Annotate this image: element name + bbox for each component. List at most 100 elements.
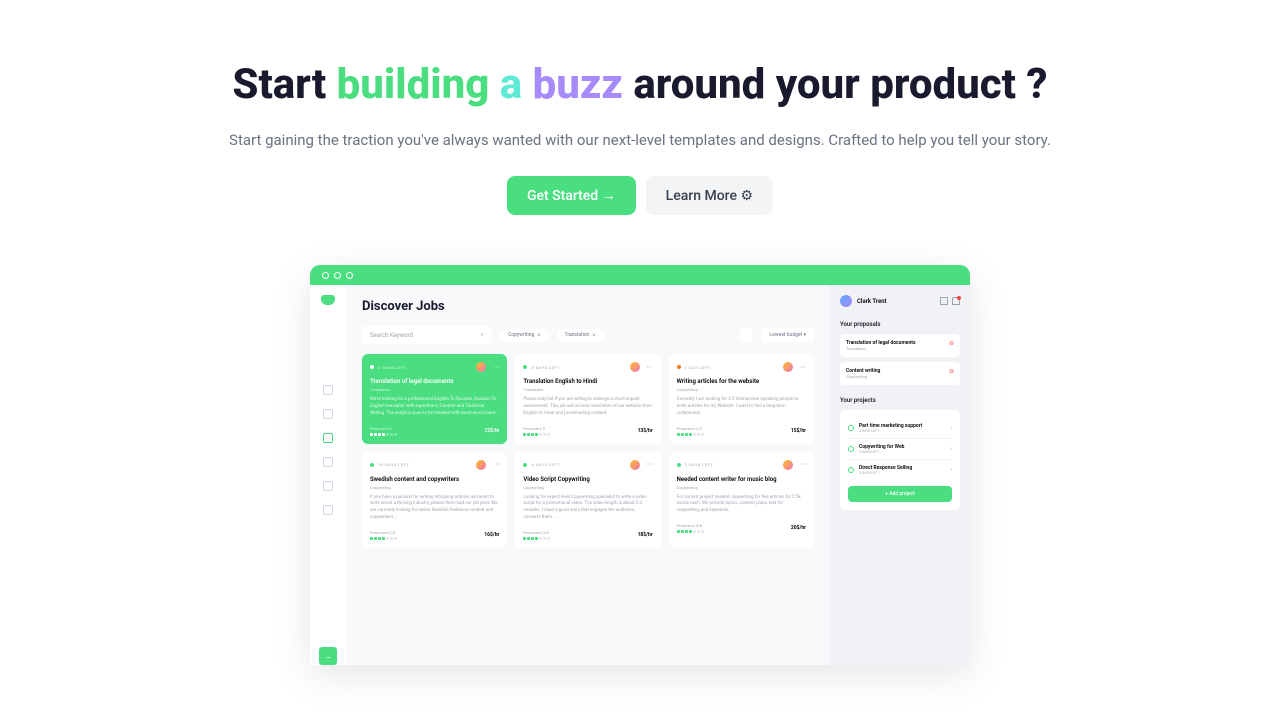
filter-chip-translation[interactable]: Translation — [557, 329, 604, 342]
proposals-bar — [677, 530, 704, 533]
job-category: Copywriting — [677, 387, 806, 392]
project-meta: 5 DAYS LEFT — [859, 450, 904, 454]
app-preview-window: Discover Jobs Search Keyword⌕ Copywritin… — [310, 265, 970, 665]
project-meta: 4 DAYS LEFT — [859, 429, 922, 433]
more-icon[interactable]: ⋯ — [800, 461, 806, 468]
job-card[interactable]: 2 DAYS LEFT ⋯ Needed content writer for … — [669, 452, 814, 548]
mail-icon[interactable] — [940, 297, 948, 305]
hero-title: Start building a buzz around your produc… — [0, 60, 1280, 110]
main-content: Discover Jobs Search Keyword⌕ Copywritin… — [346, 285, 830, 665]
search-icon: ⌕ — [481, 331, 484, 339]
project-status-icon — [848, 467, 854, 473]
search-input[interactable]: Search Keyword⌕ — [362, 326, 492, 344]
job-category: Translation — [523, 387, 652, 392]
user-profile[interactable]: Clark Trent — [840, 295, 960, 307]
project-item[interactable]: Copywriting for Web5 DAYS LEFT› — [848, 439, 952, 460]
avatar — [476, 362, 486, 372]
hero-section: Start building a buzz around your produc… — [0, 0, 1280, 215]
proposals-count: Proposers 8 — [370, 426, 397, 431]
job-title: Swedish content and copywriters — [370, 476, 499, 483]
job-title: Needed content writer for music blog — [677, 476, 806, 483]
days-left: 2 DAYS LEFT — [685, 462, 714, 467]
proposals-bar — [677, 433, 704, 436]
get-started-button[interactable]: Get Started → — [507, 176, 636, 215]
avatar — [630, 362, 640, 372]
avatar — [476, 460, 486, 470]
job-card[interactable]: 5 DAYS LEFT ⋯ Translation English to Hin… — [515, 354, 660, 443]
add-project-button[interactable]: + Add project — [848, 486, 952, 502]
proposals-count: Proposers 2/5 — [677, 426, 704, 431]
more-icon[interactable]: ⋯ — [647, 364, 653, 371]
job-card[interactable]: 10 DAYS LEFT ⋯ Swedish content and copyw… — [362, 452, 507, 548]
page-title: Discover Jobs — [362, 299, 814, 314]
proposals-count: Proposers 2/8 — [370, 530, 397, 535]
more-icon[interactable]: ⋯ — [647, 461, 653, 468]
proposals-count: Proposers 3/8 — [523, 530, 550, 535]
status-dot-icon — [370, 365, 374, 369]
job-category: Copywriting — [677, 485, 806, 490]
project-meta: 3 DAYS LEFT — [859, 471, 912, 475]
job-title: Translation English to Hindi — [523, 378, 652, 385]
filter-icon[interactable] — [739, 328, 753, 342]
job-description: Please only bid if you are willing to un… — [523, 397, 652, 417]
sidebar — [310, 285, 346, 665]
job-description: Looking for expert level Copywriting spe… — [523, 495, 652, 522]
proposals-count: Proposers 3/8 — [677, 523, 704, 528]
window-control-icon — [322, 272, 329, 279]
proposal-item[interactable]: Content writingCopywriting⊖ — [840, 362, 960, 385]
nav-dashboard-icon[interactable] — [323, 385, 333, 395]
nav-calendar-icon[interactable] — [323, 457, 333, 467]
proposal-item[interactable]: Translation of legal documentsTranslatio… — [840, 334, 960, 357]
nav-doc-icon[interactable] — [323, 505, 333, 515]
exit-button[interactable] — [319, 647, 337, 665]
more-icon[interactable]: ⋯ — [493, 364, 499, 371]
proposals-bar — [370, 433, 397, 436]
notification-badge — [957, 296, 961, 300]
filter-chip-copywriting[interactable]: Copywriting — [500, 329, 549, 342]
hourly-rate: 12$/hr — [484, 428, 499, 434]
avatar — [630, 460, 640, 470]
job-description: If you have a passion for writing intrig… — [370, 495, 499, 522]
hourly-rate: 20$/hr — [791, 525, 806, 531]
nav-mail-icon[interactable] — [323, 481, 333, 491]
job-card[interactable]: 4 DAYS LEFT ⋯ Translation of legal docum… — [362, 354, 507, 443]
chevron-right-icon: › — [950, 425, 952, 431]
job-title: Translation of legal documents — [370, 378, 499, 385]
hero-subtitle: Start gaining the traction you've always… — [0, 128, 1280, 152]
hourly-rate: 13$/hr — [638, 428, 653, 434]
status-dot-icon — [523, 365, 527, 369]
sort-dropdown[interactable]: Lowest budget ▾ — [761, 328, 814, 342]
days-left: 4 DAYS LEFT — [378, 365, 407, 370]
logo-icon — [321, 295, 335, 305]
status-dot-icon — [677, 365, 681, 369]
window-control-icon — [334, 272, 341, 279]
days-left: 10 DAYS LEFT — [378, 462, 409, 467]
job-description: We're looking for a professional English… — [370, 397, 499, 417]
project-status-icon — [848, 446, 854, 452]
status-dot-icon — [370, 463, 374, 467]
more-icon[interactable]: ⋯ — [800, 364, 806, 371]
window-control-icon — [346, 272, 353, 279]
nav-clock-icon[interactable] — [323, 409, 333, 419]
job-category: Copywriting — [370, 485, 499, 490]
chevron-right-icon: › — [950, 467, 952, 473]
learn-more-button[interactable]: Learn More ⚙ — [646, 176, 773, 215]
avatar — [783, 362, 793, 372]
avatar — [783, 460, 793, 470]
job-card[interactable]: 1 DAY LEFT ⋯ Writing articles for the we… — [669, 354, 814, 443]
proposal-category: Copywriting — [846, 374, 880, 379]
remove-icon[interactable]: ⊖ — [949, 368, 954, 379]
remove-icon[interactable]: ⊖ — [949, 340, 954, 351]
job-category: Copywriting — [523, 485, 652, 490]
avatar — [840, 295, 852, 307]
days-left: 5 DAYS LEFT — [531, 365, 560, 370]
right-panel: Clark Trent Your proposals Translation o… — [830, 285, 970, 665]
project-item[interactable]: Direct Response Selling3 DAYS LEFT› — [848, 460, 952, 480]
more-icon[interactable]: ⋯ — [493, 461, 499, 468]
bell-icon[interactable] — [952, 297, 960, 305]
project-status-icon — [848, 425, 854, 431]
status-dot-icon — [523, 463, 527, 467]
nav-jobs-icon[interactable] — [323, 433, 333, 443]
job-card[interactable]: 4 DAYS LEFT ⋯ Video Script Copywriting C… — [515, 452, 660, 548]
project-item[interactable]: Part time marketing support4 DAYS LEFT› — [848, 418, 952, 439]
